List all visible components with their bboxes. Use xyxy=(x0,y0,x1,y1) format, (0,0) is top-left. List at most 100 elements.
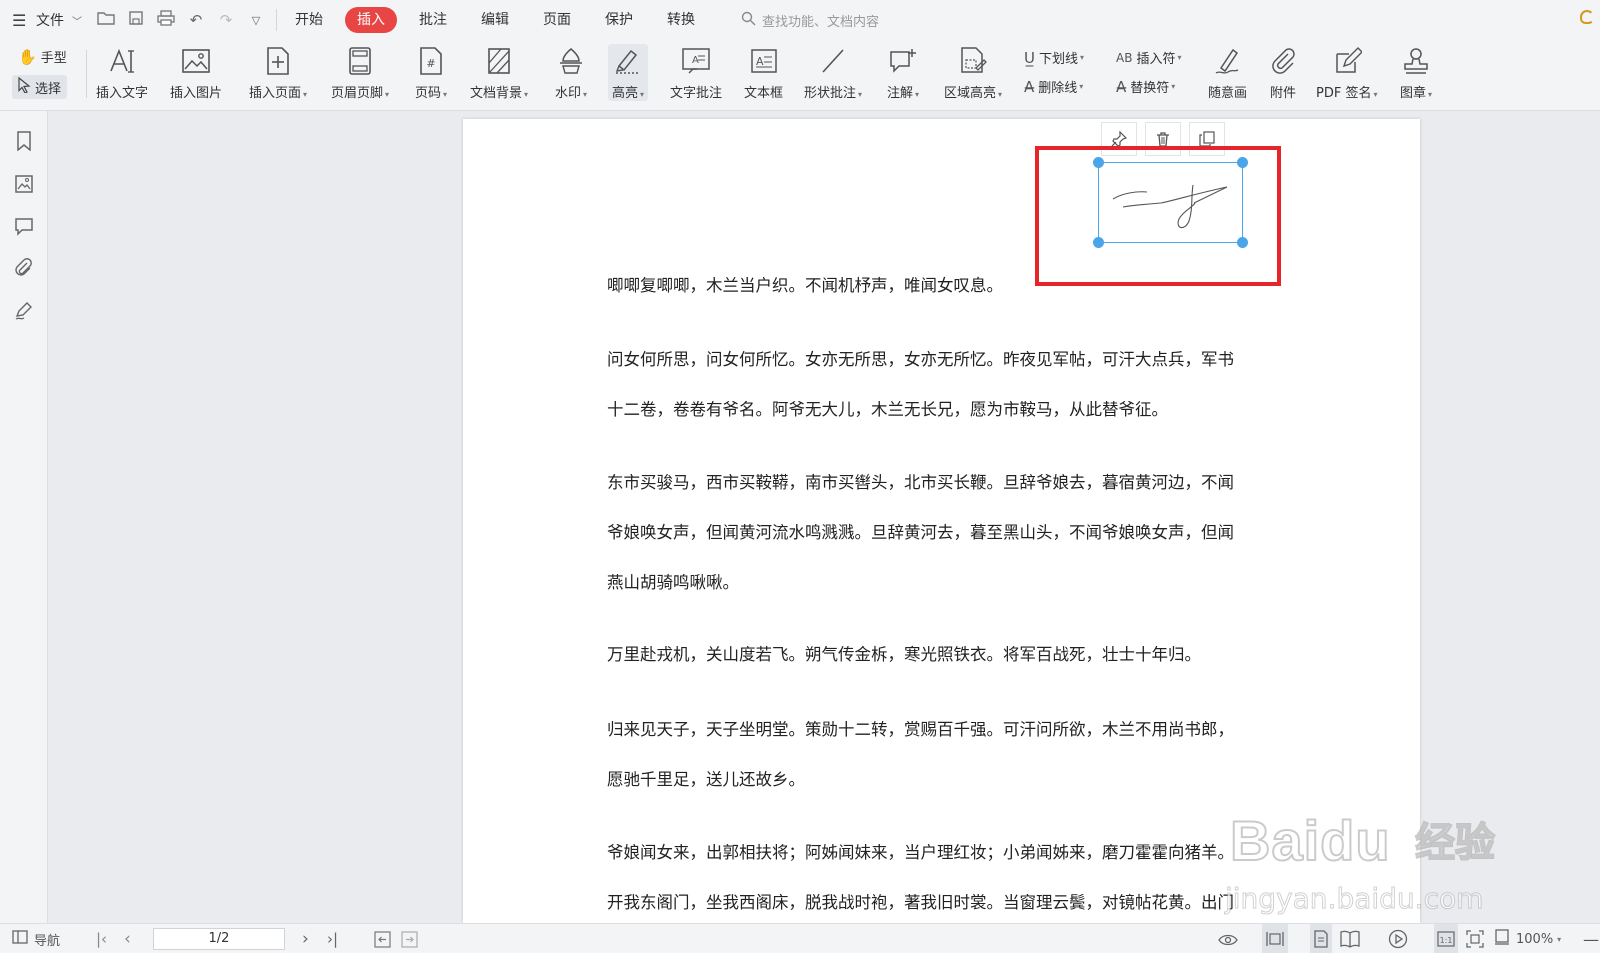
zoom-control[interactable]: 100% ▾ xyxy=(1494,924,1561,953)
text-line: 爷娘闻女来，出郭相扶将；阿姊闻妹来，当户理红妆；小弟闻姊来，磨刀霍霍向猪羊。 xyxy=(607,843,1234,862)
nav-label: 导航 xyxy=(34,933,61,949)
search-box[interactable]: 查找功能、文档内容 xyxy=(741,11,879,30)
attachment-button[interactable]: 附件 xyxy=(1268,44,1298,101)
tab-convert[interactable]: 转换 xyxy=(667,7,695,33)
eye-protection-icon[interactable] xyxy=(1218,924,1238,953)
dropdown-arrow-icon: ▾ xyxy=(858,90,863,99)
text-annotation-button[interactable]: A 文字批注 xyxy=(670,44,722,101)
tab-protect[interactable]: 保护 xyxy=(605,7,633,33)
bookmark-icon[interactable] xyxy=(12,129,36,153)
tab-insert[interactable]: 插入 xyxy=(345,7,397,33)
insert-text-button[interactable]: 插入文字 xyxy=(96,44,148,101)
doc-background-label: 文档背景 xyxy=(470,86,523,101)
zoom-out-icon[interactable]: — xyxy=(1583,924,1599,953)
area-highlight-button[interactable]: 区域高亮 ▾ xyxy=(944,44,1002,101)
insert-page-button[interactable]: 插入页面 ▾ xyxy=(249,44,307,101)
nav-toggle-button[interactable]: 导航 xyxy=(12,924,60,953)
page-number-input[interactable]: 1/2 xyxy=(153,928,285,950)
resize-handle[interactable] xyxy=(1093,237,1104,248)
single-page-view-icon[interactable] xyxy=(1310,924,1332,953)
paragraph: 爷娘闻女来，出郭相扶将；阿姊闻妹来，当户理红妆；小弟闻姊来，磨刀霍霍向猪羊。 开… xyxy=(607,828,1287,923)
dropdown-arrow-icon: ▾ xyxy=(524,90,529,99)
pdf-sign-button[interactable]: PDF 签名 ▾ xyxy=(1316,44,1377,101)
paragraph: 万里赴戎机，关山度若飞。朔气传金柝，寒光照铁衣。将军百战死，壮士十年归。 xyxy=(607,630,1287,680)
highlight-icon xyxy=(613,44,643,78)
print-icon[interactable] xyxy=(156,10,176,30)
open-folder-icon[interactable] xyxy=(96,10,116,30)
handwritten-signature xyxy=(1112,184,1228,229)
undo-icon[interactable]: ↶ xyxy=(186,11,206,29)
save-icon[interactable] xyxy=(126,10,146,30)
tab-start[interactable]: 开始 xyxy=(295,7,323,33)
file-menu[interactable]: ☰ 文件 ﹀ xyxy=(0,0,82,40)
header-footer-button[interactable]: 页眉页脚 ▾ xyxy=(331,44,389,101)
redo-icon[interactable]: ↷ xyxy=(216,11,236,29)
next-page-icon[interactable]: › xyxy=(302,924,309,953)
attachment-icon[interactable] xyxy=(12,256,36,280)
text-line: 东市买骏马，西市买鞍鞯，南市买辔头，北市买长鞭。旦辞爷娘去，暮宿黄河边，不闻 xyxy=(607,473,1234,492)
shape-annotation-icon xyxy=(818,44,848,78)
text-line: 归来见天子，天子坐明堂。策勋十二转，赏赐百千强。可汗问所欲，木兰不用尚书郎， xyxy=(607,720,1234,739)
text-line: 十二卷，卷卷有爷名。阿爷无大儿，木兰无长兄，愿为市鞍马，从此替爷征。 xyxy=(607,400,1168,419)
signature-icon[interactable] xyxy=(12,299,36,323)
actual-size-icon[interactable]: 1:1 xyxy=(1434,924,1458,953)
shape-annotation-label: 形状批注 xyxy=(804,86,857,101)
back-view-icon[interactable] xyxy=(374,924,391,953)
underline-button[interactable]: U̲ 下划线 ▾ xyxy=(1024,48,1084,68)
resize-handle[interactable] xyxy=(1093,157,1104,168)
freehand-button[interactable]: 随意画 xyxy=(1208,44,1247,101)
cursor-icon xyxy=(18,76,31,97)
doc-background-button[interactable]: 文档背景 ▾ xyxy=(470,44,528,101)
textbox-button[interactable]: A 文本框 xyxy=(744,44,783,101)
stamp-button[interactable]: 图章 ▾ xyxy=(1400,44,1432,101)
insert-symbol-button[interactable]: AB 插入符 ▾ xyxy=(1116,48,1181,68)
text-annotation-label: 文字批注 xyxy=(670,86,723,101)
left-sidebar xyxy=(0,111,48,923)
replace-symbol-button[interactable]: A̶ 替换符 ▾ xyxy=(1116,77,1175,97)
fit-width-icon[interactable] xyxy=(1262,924,1288,953)
page-number-button[interactable]: # 页码 ▾ xyxy=(415,44,447,101)
tab-annotate[interactable]: 批注 xyxy=(419,7,447,33)
signature-selection-box[interactable] xyxy=(1093,157,1248,248)
svg-text:#: # xyxy=(426,57,435,70)
file-menu-label: 文件 xyxy=(36,13,64,29)
area-highlight-icon xyxy=(958,44,988,78)
insert-image-button[interactable]: 插入图片 xyxy=(170,44,222,101)
play-icon[interactable] xyxy=(1388,924,1408,953)
text-line: 万里赴戎机，关山度若飞。朔气传金柝，寒光照铁衣。将军百战死，壮士十年归。 xyxy=(607,645,1201,664)
fit-page-icon[interactable] xyxy=(1466,924,1484,953)
pdf-sign-label: PDF 签名 xyxy=(1316,86,1372,101)
first-page-icon[interactable]: |‹ xyxy=(96,924,107,953)
hand-tool-button[interactable]: ✋ 手型 xyxy=(18,47,67,67)
highlight-button[interactable]: 高亮 ▾ xyxy=(608,44,649,101)
watermark-icon xyxy=(557,44,585,78)
customize-dropdown-icon[interactable]: ▽ xyxy=(246,14,266,27)
resize-handle[interactable] xyxy=(1237,237,1248,248)
insert-symbol-icon: AB xyxy=(1116,50,1133,65)
tab-page[interactable]: 页面 xyxy=(543,7,571,33)
thumbnail-icon[interactable] xyxy=(12,172,36,196)
document-page: 唧唧复唧唧，木兰当户织。不闻机杼声，唯闻女叹息。 问女何所思，问女何所忆。女亦无… xyxy=(463,119,1420,923)
dropdown-arrow-icon: ▾ xyxy=(998,90,1003,99)
prev-page-icon[interactable]: ‹ xyxy=(124,924,131,953)
textbox-label: 文本框 xyxy=(744,86,784,101)
select-tool-button[interactable]: 选择 xyxy=(12,75,68,99)
dropdown-arrow-icon: ▾ xyxy=(1428,90,1433,99)
note-icon xyxy=(888,44,918,78)
forward-view-icon[interactable] xyxy=(401,924,418,953)
resize-handle[interactable] xyxy=(1237,157,1248,168)
freehand-icon xyxy=(1213,44,1243,78)
strikethrough-button[interactable]: A̶ 删除线 ▾ xyxy=(1024,77,1083,97)
insert-page-icon xyxy=(265,44,291,78)
two-page-view-icon[interactable] xyxy=(1340,924,1360,953)
comment-icon[interactable] xyxy=(12,214,36,238)
shape-annotation-button[interactable]: 形状批注 ▾ xyxy=(804,44,862,101)
last-page-icon[interactable]: ›| xyxy=(327,924,338,953)
cloud-sync-icon[interactable] xyxy=(1580,10,1594,24)
chevron-down-icon: ﹀ xyxy=(72,16,82,28)
watermark-brand-cn: 经验 xyxy=(1414,819,1496,867)
search-icon xyxy=(741,11,756,30)
tab-edit[interactable]: 编辑 xyxy=(481,7,509,33)
note-button[interactable]: 注解 ▾ xyxy=(887,44,919,101)
watermark-button[interactable]: 水印 ▾ xyxy=(555,44,587,101)
